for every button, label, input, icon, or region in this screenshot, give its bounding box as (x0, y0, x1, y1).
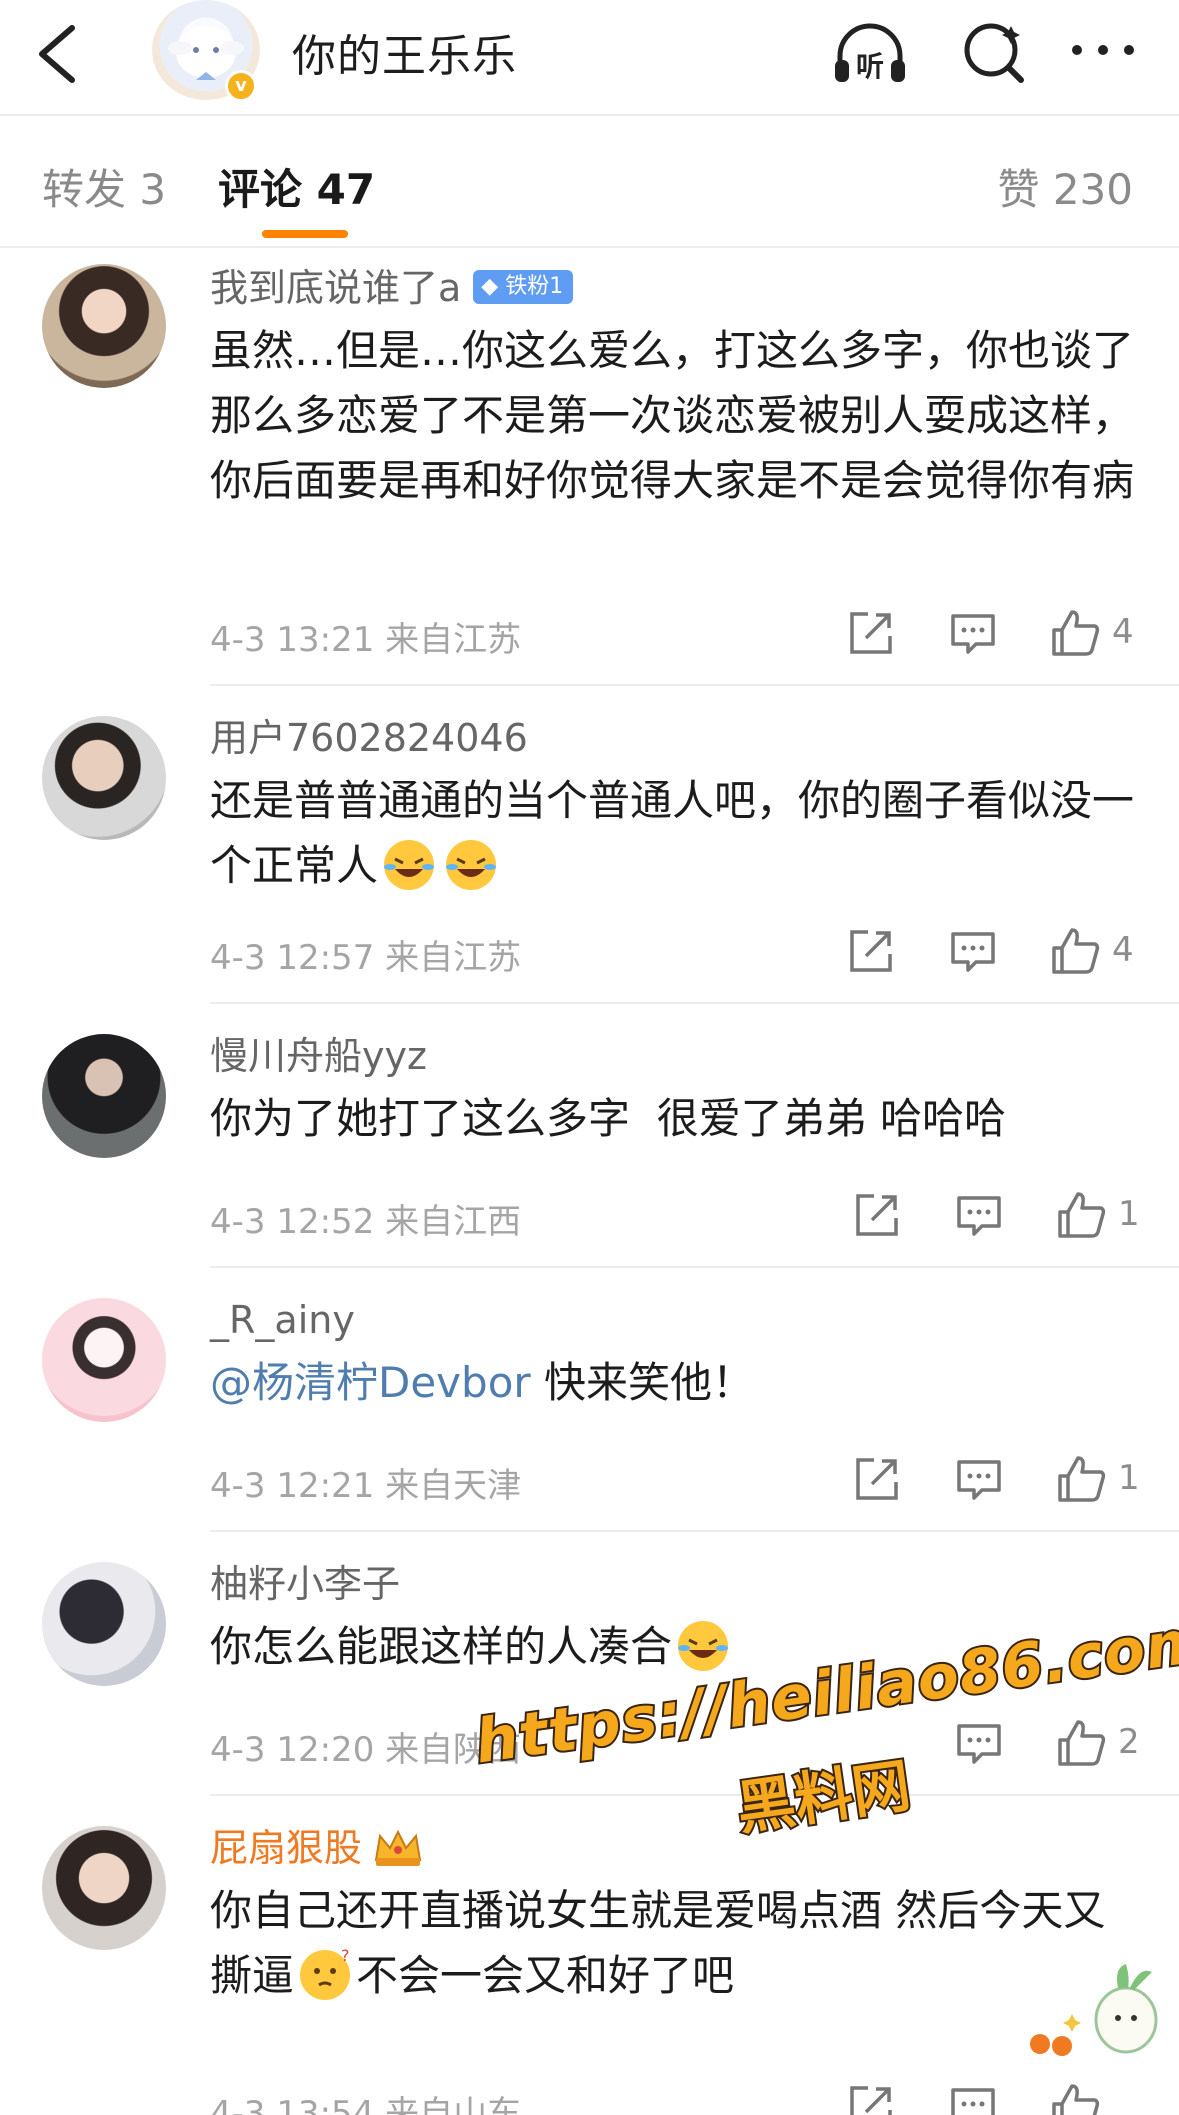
comment-icon[interactable] (948, 608, 998, 658)
comment-text: 虽然…但是…你这么爱么，打这么多字，你也谈了那么多恋爱了不是第一次谈恋爱被别人耍… (210, 326, 1135, 505)
verified-badge: v (225, 70, 257, 102)
comment-meta: 4-3 13:21 来自江苏 4 (210, 604, 1140, 664)
more-icon[interactable] (1065, 20, 1145, 86)
avatar[interactable] (42, 1034, 166, 1158)
repost-icon[interactable] (846, 2082, 896, 2115)
avatar[interactable] (42, 716, 166, 840)
avatar[interactable] (42, 1826, 166, 1950)
avatar[interactable] (42, 264, 166, 388)
comment-icon[interactable] (948, 2082, 998, 2115)
author-name[interactable]: _R_ainy (210, 1298, 355, 1342)
like-icon[interactable] (1050, 926, 1100, 976)
laughing-crying-emoji (446, 839, 497, 890)
repost-icon[interactable] (846, 608, 896, 658)
radish-sticker-icon (1030, 1964, 1158, 2056)
listen-icon[interactable]: 听 (830, 20, 910, 86)
comment-text-content: 快来笑他！ (530, 1358, 755, 1407)
like-count: 4 (1112, 930, 1134, 970)
repost-icon[interactable] (852, 1190, 902, 1240)
comment-time: 4-3 12:52 来自江西 (210, 1202, 522, 1242)
tab-repost[interactable]: 转发 3 (42, 156, 166, 217)
comment-text: 还是普普通通的当个普通人吧，你的圈子看似没一个正常人 (210, 768, 1139, 898)
comment-text: 你自己还开直播说女生就是爱喝点酒 然后今天又撕逼? 不会一会又和好了吧 (210, 1878, 1139, 2008)
laughing-crying-emoji (384, 839, 435, 890)
divider (210, 1530, 1179, 1532)
author-name[interactable]: 用户7602824046 (210, 716, 528, 760)
avatar[interactable] (42, 1298, 166, 1422)
crown-icon (374, 1829, 422, 1866)
author-name[interactable]: 慢川舟船yyz (210, 1034, 427, 1078)
back-arrow-icon[interactable] (30, 18, 90, 90)
comment-author[interactable]: 慢川舟船yyz (210, 1030, 1139, 1082)
page-title: 你的王乐乐 (292, 31, 517, 82)
confused-emoji: ? (300, 1947, 351, 2000)
like-icon[interactable] (1050, 2082, 1100, 2115)
top-bar: v 你的王乐乐 听 (0, 0, 1179, 116)
like-count: 1 (1118, 1458, 1140, 1498)
active-tab-indicator (262, 230, 348, 238)
comment-text-part2: 不会一会又和好了吧 (356, 1951, 735, 2000)
fan-badge-label: 铁粉1 (505, 273, 564, 299)
comment-time: 4-3 13:54 来自山东 (210, 2094, 522, 2115)
divider (210, 684, 1179, 686)
comment-text-content: 还是普普通通的当个普通人吧，你的圈子看似没一个正常人 (210, 776, 1135, 890)
comment-meta: 4-3 12:52 来自江西 1 (210, 1186, 1140, 1246)
author-name[interactable]: 柚籽小李子 (210, 1562, 400, 1606)
repost-icon[interactable] (846, 926, 896, 976)
svg-text:?: ? (341, 1947, 350, 1965)
tab-comments[interactable]: 评论 47 (218, 156, 375, 217)
comment-icon[interactable] (948, 926, 998, 976)
comment-author[interactable]: 柚籽小李子 (210, 1558, 1139, 1610)
tab-bar: 转发 3 评论 47 赞 230 (0, 116, 1179, 248)
like-count: 1 (1118, 1194, 1140, 1234)
like-count: 4 (1112, 612, 1134, 652)
comment-time: 4-3 12:57 来自江苏 (210, 938, 522, 978)
tab-likes[interactable]: 赞 230 (997, 156, 1133, 217)
search-icon[interactable] (955, 20, 1035, 86)
divider (210, 1002, 1179, 1004)
comment-author[interactable]: 用户7602824046 (210, 712, 1139, 764)
comment-text: 你为了她打了这么多字 很爱了弟弟 哈哈哈 (210, 1094, 1007, 1143)
divider (210, 1266, 1179, 1268)
author-name[interactable]: 屁扇狠股 (210, 1826, 362, 1870)
comment-author[interactable]: _R_ainy (210, 1294, 1139, 1346)
comment-time: 4-3 12:21 来自天津 (210, 1466, 522, 1506)
like-icon[interactable] (1050, 608, 1100, 658)
watermark-name: 黑料网 (731, 1749, 917, 1845)
comment-icon[interactable] (954, 1190, 1004, 1240)
like-icon[interactable] (1056, 1190, 1106, 1240)
comment-meta: 4-3 12:57 来自江苏 4 (210, 922, 1140, 982)
comment-text: @杨清柠Devbor 快来笑他！ (210, 1350, 1139, 1415)
comment-time: 4-3 13:21 来自江苏 (210, 620, 522, 660)
comment-author[interactable]: 我到底说谁了a ◆ 铁粉1 (210, 262, 1139, 314)
author-name[interactable]: 我到底说谁了a (210, 266, 461, 310)
fan-badge: ◆ 铁粉1 (473, 269, 574, 304)
comment-meta: 4-3 12:21 来自天津 1 (210, 1450, 1140, 1510)
like-icon[interactable] (1056, 1454, 1106, 1504)
comment-meta: 4-3 13:54 来自山东 (210, 2078, 1140, 2115)
svg-text:听: 听 (856, 50, 884, 83)
comment-icon[interactable] (954, 1454, 1004, 1504)
repost-icon[interactable] (852, 1454, 902, 1504)
avatar[interactable] (42, 1562, 166, 1686)
mention-link[interactable]: @杨清柠Devbor (210, 1358, 531, 1407)
comment-text-content: 你怎么能跟这样的人凑合 (210, 1622, 673, 1671)
